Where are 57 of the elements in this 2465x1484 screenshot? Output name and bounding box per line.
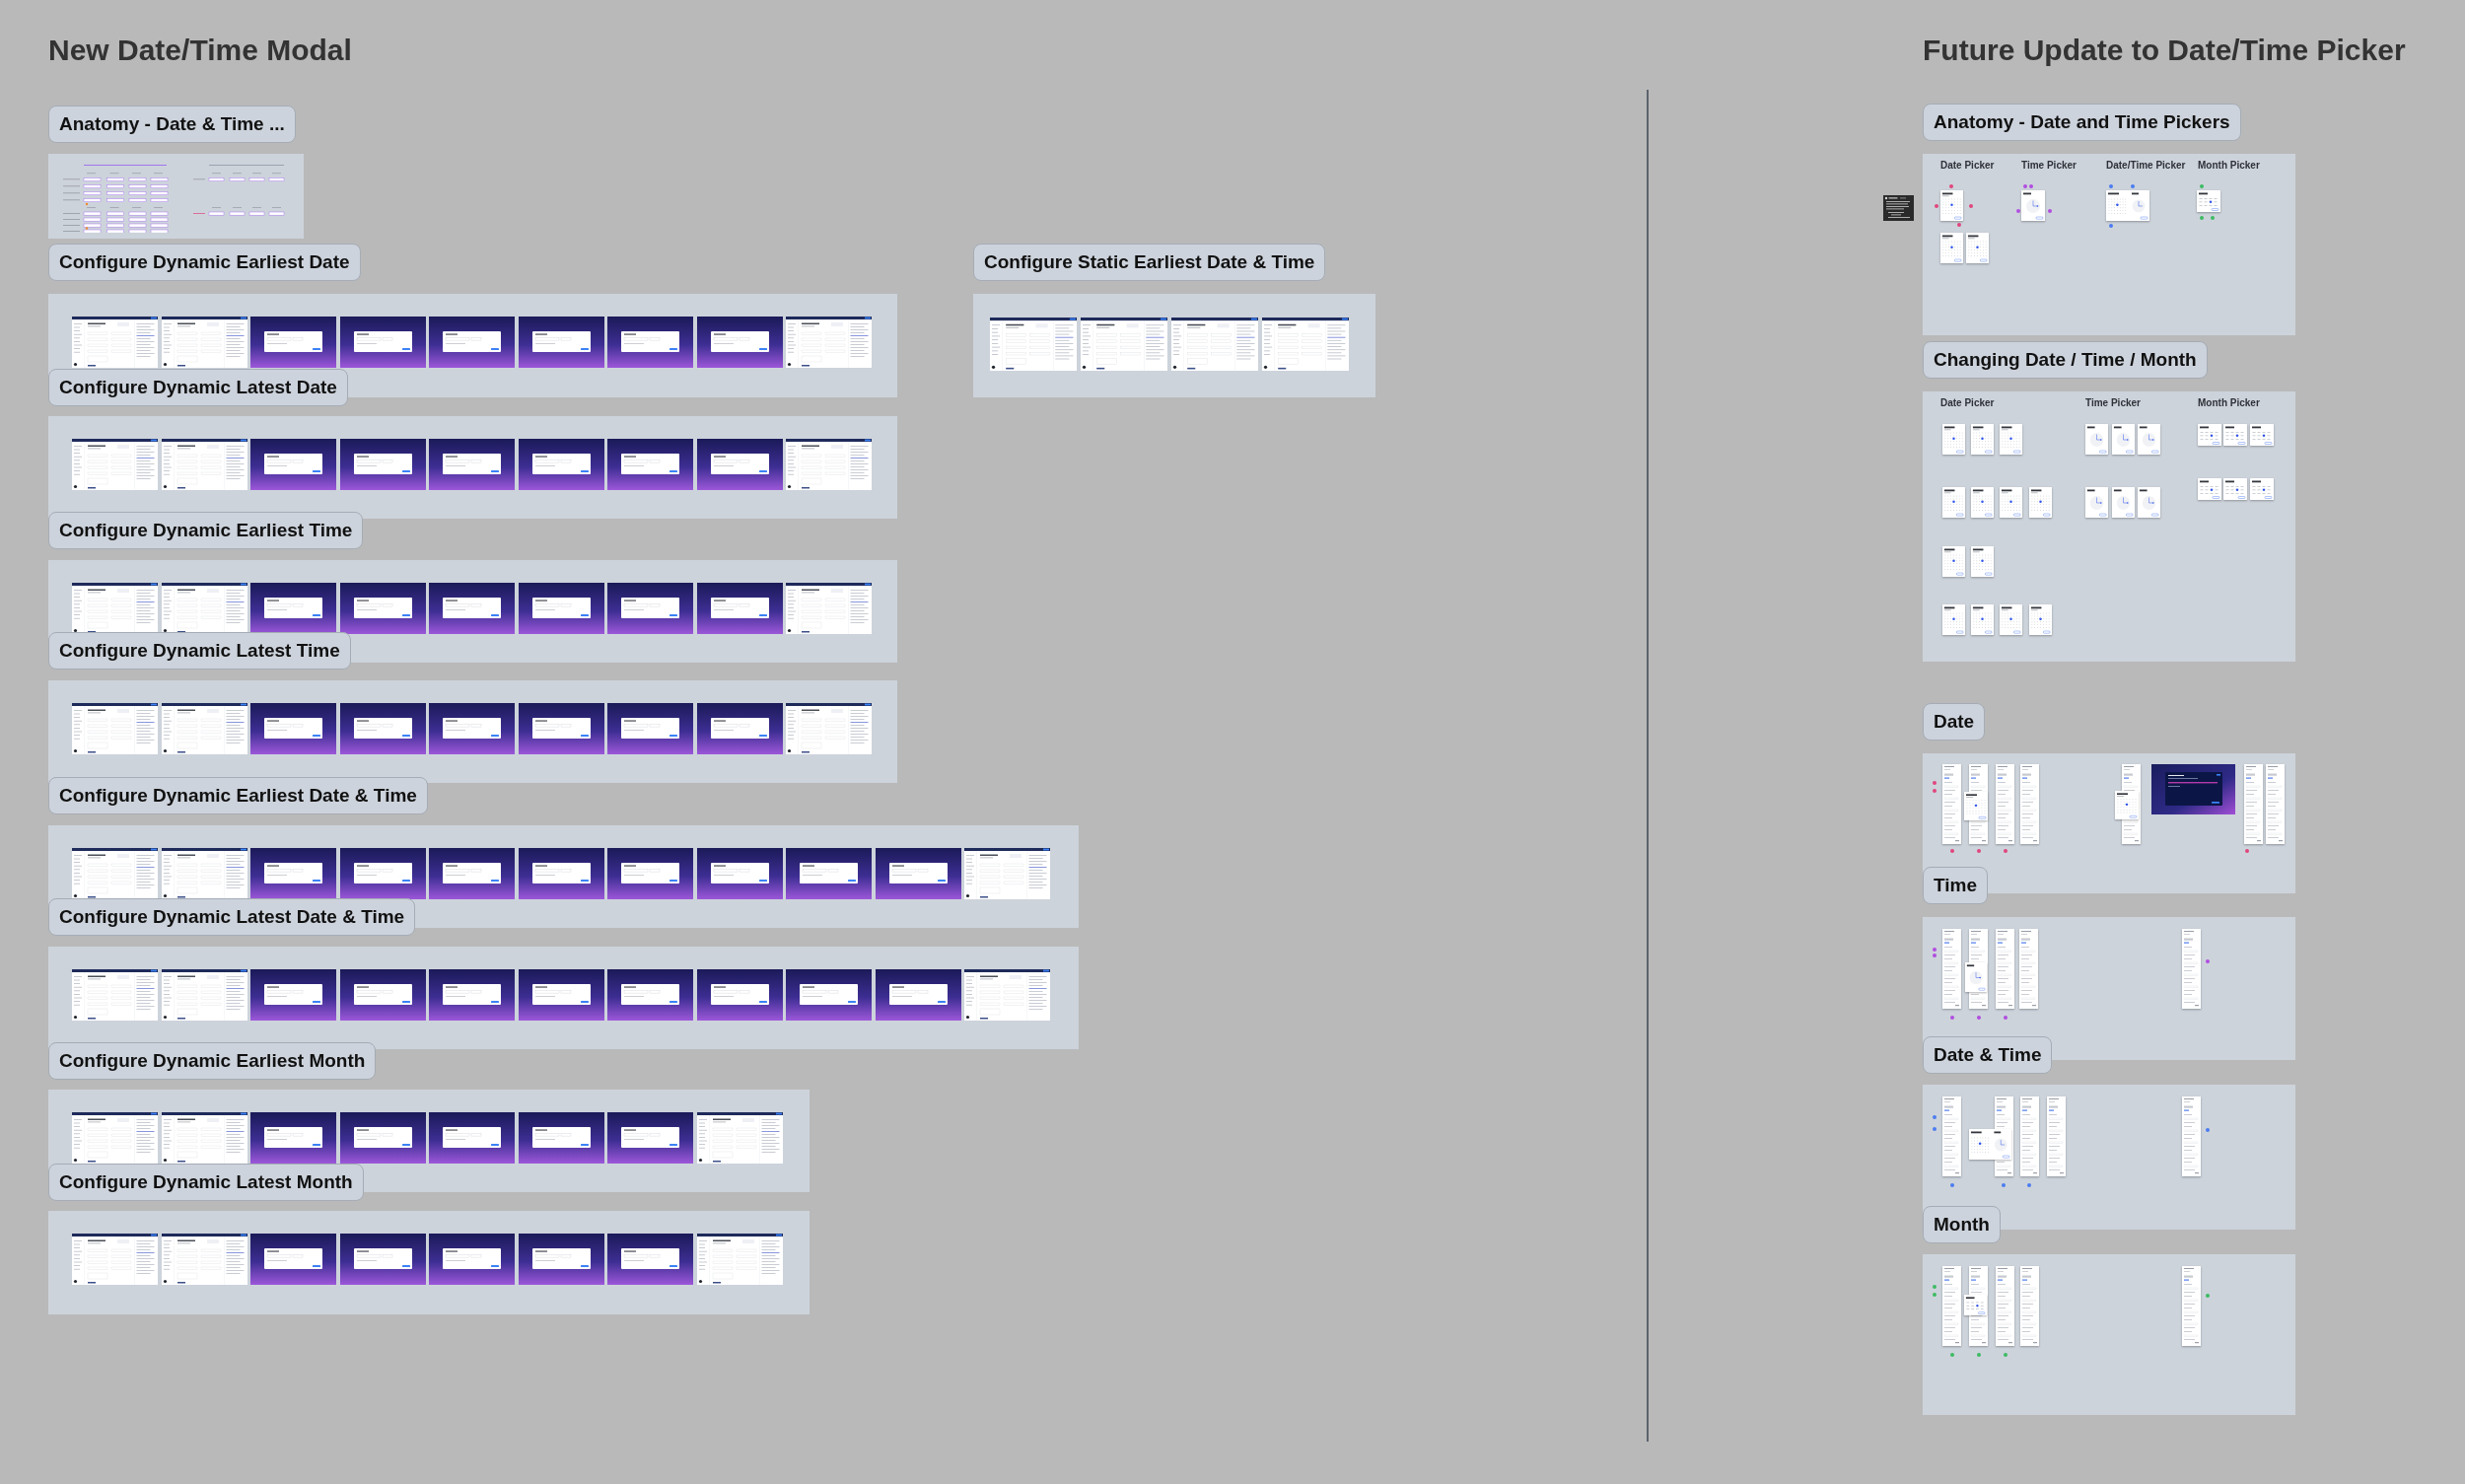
calendar-mockup [1971, 424, 1994, 455]
calendar-mockup [1971, 546, 1994, 577]
section-label: Configure Dynamic Latest Time [48, 632, 351, 670]
section-label: Configure Dynamic Latest Date [48, 369, 348, 406]
section-label: Time [1923, 867, 1988, 904]
section-label: Changing Date / Time / Month [1923, 341, 2208, 379]
calendar-mockup [1940, 190, 1963, 221]
calendar-mockup [2000, 487, 2022, 518]
calendar-mockup [1942, 604, 1965, 635]
date-time-picker-mockup [2106, 190, 2149, 221]
picker-heading: Date Picker [1940, 160, 1995, 172]
calendar-mockup [2000, 424, 2022, 455]
month-picker-mockup [2223, 424, 2247, 446]
calendar-mockup [1942, 487, 1965, 518]
calendar-mockup [1942, 424, 1965, 455]
calendar-mockup [2029, 604, 2052, 635]
clock-mockup [2112, 487, 2135, 518]
section-label: Date & Time [1923, 1036, 2053, 1074]
month-picker-mockup [2198, 478, 2221, 500]
picker-heading: Date/Time Picker [2106, 160, 2186, 172]
calendar-mockup [1966, 233, 1989, 263]
clock-mockup [2112, 424, 2135, 455]
picker-heading: Month Picker [2198, 397, 2260, 409]
calendar-mockup [1971, 604, 1994, 635]
month-picker-mockup [2250, 478, 2274, 500]
calendar-mockup [1942, 546, 1965, 577]
month-picker-mockup [2197, 190, 2220, 212]
section-label: Configure Dynamic Earliest Month [48, 1042, 377, 1080]
section-label: Anatomy - Date & Time ... [48, 106, 296, 143]
clock-mockup [2085, 487, 2108, 518]
calendar-mockup [1971, 487, 1994, 518]
comment-note [1883, 195, 1914, 221]
section-label: Date [1923, 703, 1986, 741]
clock-mockup [2085, 424, 2108, 455]
section-label: Configure Dynamic Latest Date & Time [48, 898, 416, 936]
clock-mockup [2138, 424, 2160, 455]
month-picker-mockup [2223, 478, 2247, 500]
section-label: Configure Static Earliest Date & Time [973, 244, 1326, 281]
month-picker-mockup [2250, 424, 2274, 446]
picker-heading: Date Picker [1940, 397, 1995, 409]
clock-mockup [2138, 487, 2160, 518]
board-title: New Date/Time Modal [48, 35, 352, 65]
section-label: Configure Dynamic Latest Month [48, 1164, 364, 1201]
calendar-mockup [1940, 233, 1963, 263]
section-label: Month [1923, 1206, 2001, 1243]
board-title: Future Update to Date/Time Picker [1923, 35, 2406, 65]
section-label: Configure Dynamic Earliest Date [48, 244, 361, 281]
section-label: Anatomy - Date and Time Pickers [1923, 104, 2241, 141]
picker-heading: Time Picker [2021, 160, 2077, 172]
calendar-mockup [2000, 604, 2022, 635]
calendar-mockup [2029, 487, 2052, 518]
section-label: Configure Dynamic Earliest Date & Time [48, 777, 428, 814]
picker-heading: Time Picker [2085, 397, 2141, 409]
section-label: Configure Dynamic Earliest Time [48, 512, 364, 549]
clock-mockup [2021, 190, 2045, 221]
picker-heading: Month Picker [2198, 160, 2260, 172]
month-picker-mockup [2198, 424, 2221, 446]
